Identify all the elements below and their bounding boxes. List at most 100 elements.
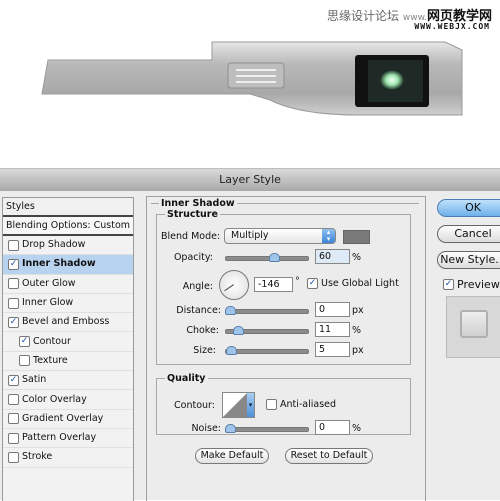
style-item-label: Satin — [22, 374, 47, 386]
choke-input[interactable]: 11 — [315, 322, 350, 337]
shadow-color-swatch[interactable] — [343, 230, 370, 244]
dropdown-arrow-icon: ▾ — [247, 393, 254, 417]
opacity-slider[interactable] — [225, 253, 309, 262]
new-style-button[interactable]: New Style... — [437, 251, 500, 269]
preview-checkbox[interactable]: ✓ Preview — [443, 278, 500, 291]
dialog-title: Layer Style — [219, 173, 281, 186]
use-global-light-label: Use Global Light — [321, 278, 399, 289]
size-label: Size: — [193, 345, 216, 356]
checkbox-icon[interactable] — [8, 432, 19, 444]
inner-shadow-panel: Inner Shadow Structure Blend Mode: Multi… — [146, 196, 426, 501]
checkbox-checked-icon[interactable]: ✓ — [19, 336, 30, 348]
lens-glow — [380, 70, 404, 90]
angle-unit: ° — [295, 276, 300, 287]
checkbox-icon[interactable] — [8, 297, 19, 309]
layer-style-dialog: Styles Blending Options: Custom Drop Sha… — [0, 191, 500, 501]
choke-slider-handle[interactable] — [233, 326, 245, 335]
checkbox-checked-icon[interactable]: ✓ — [8, 374, 19, 386]
product-image: 思缘设计论坛 www.网页教学网 WWW.WEBJX.COM — [0, 0, 500, 155]
section-title: Inner Shadow — [161, 198, 235, 209]
distance-slider-handle[interactable] — [225, 306, 236, 315]
opacity-label: Opacity: — [173, 252, 213, 263]
opacity-input[interactable]: 60 — [315, 249, 350, 264]
style-item-color-overlay[interactable]: Color Overlay — [3, 390, 133, 410]
size-slider-handle[interactable] — [226, 346, 238, 355]
checkbox-icon — [266, 399, 277, 410]
style-item-label: Inner Glow — [22, 297, 74, 309]
checkbox-icon: ✓ — [307, 278, 318, 289]
opacity-slider-handle[interactable] — [269, 253, 281, 262]
checkbox-icon[interactable] — [8, 278, 19, 290]
style-item-label: Pattern Overlay — [22, 432, 97, 444]
style-item-label: Gradient Overlay — [22, 412, 104, 424]
ok-button[interactable]: OK — [437, 199, 500, 217]
contour-picker[interactable]: ▾ — [222, 392, 255, 418]
choke-label: Choke: — [186, 325, 219, 336]
style-item-label: Inner Shadow — [22, 258, 96, 270]
distance-slider[interactable] — [225, 306, 309, 315]
quality-title: Quality — [167, 373, 206, 384]
blend-mode-value: Multiply — [231, 230, 269, 241]
style-item-satin[interactable]: ✓ Satin — [3, 371, 133, 391]
contour-preview-icon — [223, 393, 247, 417]
checkbox-checked-icon[interactable]: ✓ — [8, 258, 19, 270]
anti-aliased-checkbox[interactable]: Anti-aliased — [266, 399, 336, 410]
style-item-bevel-and-emboss[interactable]: ✓ Bevel and Emboss — [3, 313, 133, 333]
style-item-stroke[interactable]: Stroke — [3, 448, 133, 468]
choke-slider[interactable] — [225, 326, 309, 335]
use-global-light-checkbox[interactable]: ✓ Use Global Light — [307, 278, 399, 289]
distance-unit: px — [352, 305, 364, 316]
style-item-drop-shadow[interactable]: Drop Shadow — [3, 236, 133, 256]
cancel-button[interactable]: Cancel — [437, 225, 500, 243]
style-item-outer-glow[interactable]: Outer Glow — [3, 275, 133, 294]
checkbox-icon[interactable] — [19, 355, 30, 367]
blend-mode-select[interactable]: Multiply ▴ ▾ — [224, 228, 336, 244]
distance-label: Distance: — [176, 305, 221, 316]
noise-unit: % — [352, 423, 362, 434]
style-item-label: Color Overlay — [22, 393, 87, 405]
reset-to-default-button[interactable]: Reset to Default — [285, 448, 373, 464]
blending-options[interactable]: Blending Options: Custom — [3, 217, 133, 236]
checkbox-icon[interactable] — [8, 413, 19, 425]
opacity-unit: % — [352, 252, 362, 263]
style-item-label: Bevel and Emboss — [22, 316, 110, 328]
style-item-label: Outer Glow — [22, 277, 76, 289]
style-item-inner-shadow[interactable]: ✓ Inner Shadow — [3, 255, 133, 275]
viewfinder-illustration — [41, 41, 463, 116]
style-item-label: Drop Shadow — [22, 239, 86, 251]
size-input[interactable]: 5 — [315, 342, 350, 357]
angle-dial[interactable] — [219, 270, 249, 300]
anti-aliased-label: Anti-aliased — [280, 399, 337, 410]
style-item-contour[interactable]: ✓ Contour — [3, 332, 133, 352]
dialog-title-bar[interactable]: Layer Style — [0, 168, 500, 192]
size-slider[interactable] — [225, 346, 309, 355]
style-item-label: Contour — [33, 335, 71, 347]
noise-input[interactable]: 0 — [315, 420, 350, 435]
style-item-label: Texture — [33, 354, 68, 366]
checkbox-icon[interactable] — [8, 394, 19, 406]
noise-label: Noise: — [191, 423, 221, 434]
noise-slider[interactable] — [225, 424, 309, 433]
checkbox-icon[interactable] — [8, 451, 19, 463]
style-item-gradient-overlay[interactable]: Gradient Overlay — [3, 410, 133, 429]
checkbox-checked-icon[interactable]: ✓ — [8, 316, 19, 328]
style-item-pattern-overlay[interactable]: Pattern Overlay — [3, 429, 133, 449]
distance-input[interactable]: 0 — [315, 302, 350, 317]
size-unit: px — [352, 345, 364, 356]
styles-list: Styles Blending Options: Custom Drop Sha… — [2, 197, 134, 501]
checkbox-icon[interactable] — [8, 239, 19, 251]
checkbox-icon: ✓ — [443, 279, 454, 290]
noise-slider-handle[interactable] — [225, 424, 236, 433]
style-preview — [446, 296, 500, 358]
style-item-label: Stroke — [22, 451, 53, 463]
style-item-inner-glow[interactable]: Inner Glow — [3, 294, 133, 314]
angle-input[interactable]: -146 — [254, 277, 293, 292]
styles-header[interactable]: Styles — [3, 198, 133, 217]
preview-label: Preview — [457, 278, 500, 291]
style-item-texture[interactable]: Texture — [3, 352, 133, 372]
preview-swatch — [460, 310, 488, 338]
choke-unit: % — [352, 325, 362, 336]
blend-mode-label: Blend Mode: — [161, 231, 221, 242]
make-default-button[interactable]: Make Default — [195, 448, 269, 464]
contour-label: Contour: — [174, 400, 215, 411]
